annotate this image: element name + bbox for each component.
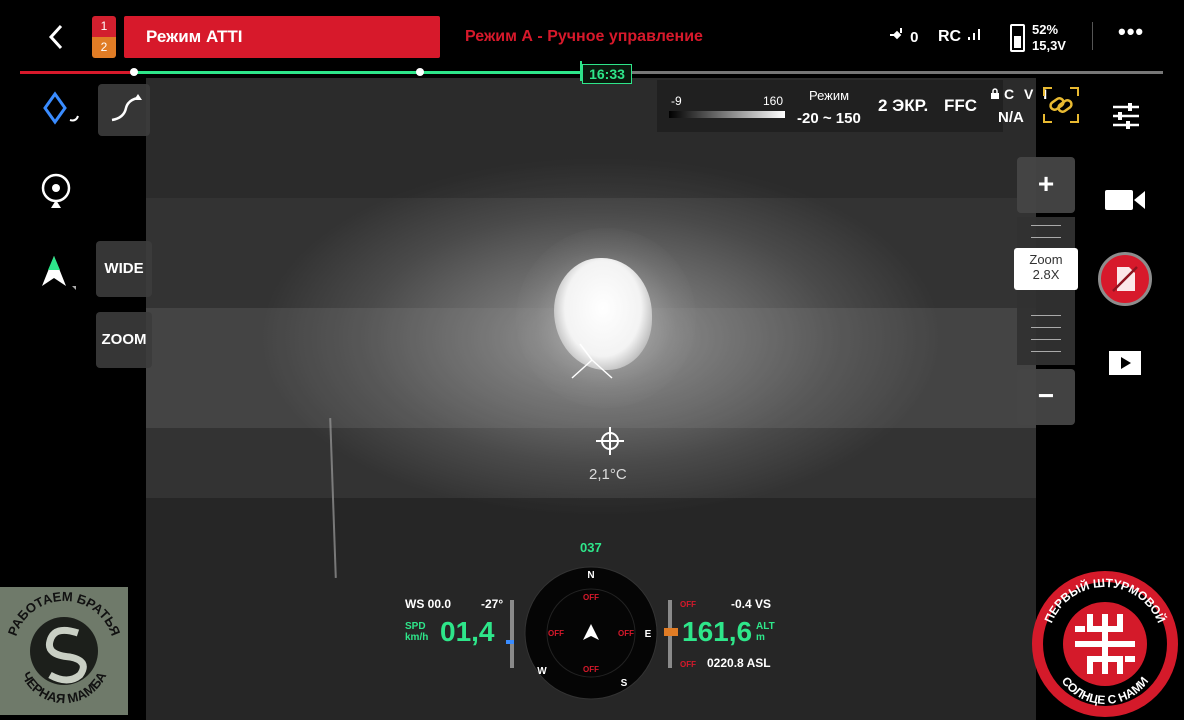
settings-sliders-icon[interactable] [1110, 100, 1142, 132]
aircraft-route-button[interactable] [98, 84, 150, 136]
altitude-value: 161,6 [682, 616, 753, 647]
top-bar: 1 2 Режим ATTI Режим А - Ручное управлен… [0, 0, 1184, 66]
zoom-value: 2.8X [1032, 267, 1060, 282]
heading-value: 037 [580, 540, 602, 555]
zoom-camera-button[interactable]: ZOOM [96, 312, 152, 368]
satellite-icon [890, 28, 902, 40]
zoom-slider[interactable]: + − [1017, 157, 1075, 425]
thermal-mode-range: -20 ~ 150 [797, 110, 861, 127]
center-reticle [596, 427, 624, 455]
link-icon[interactable] [1040, 84, 1082, 126]
wind-angle: -27° [481, 597, 504, 611]
compass: N E S W OFF OFF OFF OFF [524, 566, 658, 700]
battery-2-label: 2 [92, 37, 116, 58]
thermal-mode-label: Режим [809, 88, 850, 103]
speed-gauge [510, 600, 514, 668]
rc-signal: RC [938, 27, 982, 46]
more-menu-button[interactable]: ••• [1118, 21, 1144, 43]
altitude-gauge-marker [664, 628, 678, 636]
battery-voltage: 15,3V [1032, 38, 1066, 53]
battery-icon [1010, 24, 1025, 52]
screens-button[interactable]: 2 ЭКР. [878, 96, 928, 116]
zoom-level-tooltip: Zoom 2.8X [1014, 248, 1078, 290]
compass-s: S [621, 678, 628, 689]
zoom-track[interactable] [1017, 217, 1075, 365]
compass-off-bottom: OFF [583, 665, 599, 674]
cvi-value: N/A [998, 109, 1024, 126]
thermal-scale-low: -9 [671, 94, 682, 108]
first-assault-logo: ПЕРВЫЙ ШТУРМОВОЙ СОЛНЦЕ С НАМИ [1030, 569, 1180, 719]
spd-unit: km/h [405, 632, 429, 643]
sd-card-icon [1112, 266, 1138, 292]
asl-off-indicator: OFF [680, 660, 696, 669]
spot-temperature: 2,1°C [589, 466, 627, 483]
wind-speed: WS 00.0 [405, 597, 452, 611]
speed-unit-label: SPD km/h [405, 621, 428, 643]
rc-label: RC [938, 28, 962, 45]
thermal-scale-high: 160 [763, 94, 784, 108]
gimbal-mode-icon[interactable] [40, 90, 84, 134]
timeline-marker[interactable] [130, 68, 138, 76]
alt-label: ALT [756, 621, 775, 632]
compass-n: N [587, 570, 594, 581]
vs-off-indicator: OFF [680, 600, 696, 609]
record-button[interactable] [1098, 252, 1152, 306]
thermal-settings-panel[interactable]: -9 160 Режим -20 ~ 150 2 ЭКР. FFC [657, 80, 1003, 132]
video-camera-icon[interactable] [1104, 186, 1146, 214]
mode-subtitle: Режим А - Ручное управление [465, 28, 703, 45]
gps-count: 0 [910, 29, 919, 46]
gps-status: 0 [890, 28, 919, 46]
zoom-in-button[interactable]: + [1017, 157, 1075, 213]
compass-off-top: OFF [583, 593, 599, 602]
alt-unit: m [756, 632, 765, 643]
altitude-asl: 0220.8 ASL [707, 656, 771, 670]
speed-value: 01,4 [440, 616, 495, 647]
wide-camera-button[interactable]: WIDE [96, 241, 152, 297]
timeline-red-segment [20, 71, 134, 74]
ffc-button[interactable]: FFC [944, 96, 977, 116]
black-mamba-logo: РАБОТАЕМ БРАТЬЯ ЧЕРНАЯ МАМБА [0, 587, 128, 715]
playback-time: 16:33 [582, 64, 632, 84]
timeline-progress [134, 71, 582, 74]
compass-off-right: OFF [618, 629, 634, 638]
flight-mode-button[interactable]: Режим ATTI [124, 16, 440, 58]
thermal-gradient-bar [669, 111, 785, 118]
divider [1092, 22, 1093, 50]
zoom-out-button[interactable]: − [1017, 369, 1075, 425]
battery-1-label: 1 [92, 16, 116, 37]
target-lock-icon[interactable] [36, 170, 76, 210]
spd-label: SPD [405, 621, 426, 632]
playback-icon[interactable] [1108, 350, 1142, 376]
drone-path-icon [111, 94, 142, 122]
timeline-marker[interactable] [416, 68, 424, 76]
back-icon[interactable] [44, 22, 68, 52]
altitude-unit-label: ALT m [756, 621, 775, 643]
compass-off-left: OFF [548, 629, 564, 638]
map-orientation-icon[interactable] [38, 250, 78, 294]
vertical-speed: -0.4 VS [731, 597, 772, 611]
battery-indicator: 1 2 [92, 16, 116, 58]
lock-icon [991, 88, 999, 99]
signal-bars-icon [967, 29, 980, 40]
crosshair-marks [571, 343, 613, 379]
compass-e: E [645, 629, 652, 640]
compass-w: W [537, 666, 547, 677]
speed-gauge-marker [506, 640, 514, 644]
battery-percent: 52% [1032, 22, 1059, 37]
zoom-label: Zoom [1029, 252, 1063, 267]
